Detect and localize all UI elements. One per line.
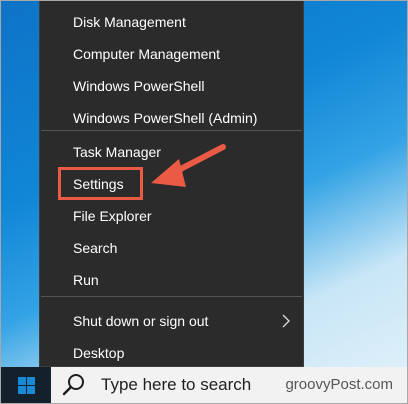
screenshot-frame: Disk Management Computer Management Wind… (0, 0, 408, 404)
arrow-annotation (151, 144, 226, 187)
windows-logo-icon (17, 376, 35, 394)
search-placeholder: Type here to search (101, 375, 252, 394)
start-button[interactable] (1, 367, 51, 403)
watermark: groovyPost.com (285, 376, 393, 393)
search-icon (62, 374, 84, 396)
